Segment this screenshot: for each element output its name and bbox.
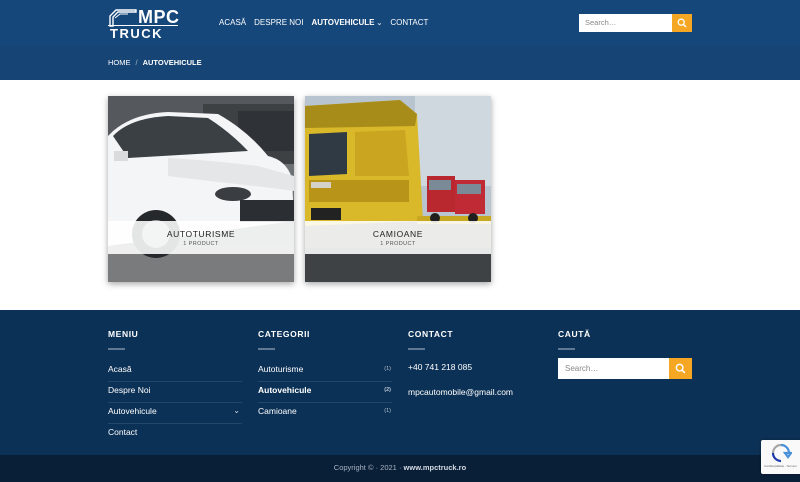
copyright-prefix: Copyright © · 2021 · bbox=[333, 463, 404, 472]
contact-email[interactable]: mpcautomobile@gmail.com bbox=[408, 386, 542, 398]
footer-search: Search… bbox=[558, 358, 692, 379]
category-card-camioane[interactable]: CAMIOANE 1 PRODUCT bbox=[305, 96, 491, 282]
divider bbox=[408, 348, 425, 350]
nav-item-despre-noi[interactable]: Despre Noi bbox=[254, 17, 303, 29]
breadcrumb: Home / Autovehicule bbox=[108, 58, 202, 68]
header-search: Search… bbox=[579, 14, 692, 32]
breadcrumb-current: Autovehicule bbox=[142, 58, 202, 67]
logo-text-truck: TRUCK bbox=[110, 26, 163, 41]
category-card-autoturisme[interactable]: AUTOTURISME 1 PRODUCT bbox=[108, 96, 294, 282]
footer-category-camioane[interactable]: Camioane (1) bbox=[258, 403, 392, 424]
recaptcha-text[interactable]: Confidențialitate - Termeni bbox=[764, 465, 796, 468]
footer-menu-list: Acasă Despre Noi Autovehicule ⌄ Contact bbox=[108, 361, 242, 445]
copyright-site-link[interactable]: www.mpctruck.ro bbox=[404, 463, 467, 472]
copyright-bar: Copyright © · 2021 · www.mpctruck.ro bbox=[0, 455, 800, 482]
footer-menu-title: MENIU bbox=[108, 329, 139, 339]
footer-categories-list: Autoturisme (1) Autovehicule (2) Camioane (… bbox=[258, 361, 392, 424]
footer-contact-column: CONTACT +40 741 218 085 mpcautomobile@gm… bbox=[408, 329, 542, 398]
search-icon bbox=[675, 363, 686, 374]
contact-phone[interactable]: +40 741 218 085 bbox=[408, 361, 542, 373]
category-name[interactable]: CAMIOANE bbox=[305, 229, 491, 239]
camioane-image bbox=[305, 96, 491, 282]
header-search-button[interactable] bbox=[672, 14, 692, 32]
footer-search-column: CAUTĂ bbox=[558, 329, 692, 350]
nav-item-acasa[interactable]: Acasă bbox=[219, 17, 246, 29]
category-label: Camioane bbox=[258, 406, 297, 416]
category-label: Autovehicule bbox=[258, 385, 312, 395]
nav-item-autovehicule-label: Autovehicule bbox=[311, 18, 375, 27]
footer-categories-title: CATEGORII bbox=[258, 329, 310, 339]
category-name[interactable]: AUTOTURISME bbox=[108, 229, 294, 239]
footer-menu-item-acasa[interactable]: Acasă bbox=[108, 361, 242, 382]
header-search-input[interactable]: Search… bbox=[579, 14, 672, 32]
category-count: (2) bbox=[384, 387, 391, 393]
breadcrumb-bar: Home / Autovehicule bbox=[0, 46, 800, 80]
breadcrumb-separator: / bbox=[135, 58, 138, 67]
autoturisme-image bbox=[108, 96, 294, 282]
category-label: CAMIOANE 1 PRODUCT bbox=[305, 221, 491, 254]
footer-search-title: CAUTĂ bbox=[558, 329, 591, 339]
copyright-text: Copyright © · 2021 · www.mpctruck.ro bbox=[334, 463, 466, 472]
category-count: (1) bbox=[384, 408, 391, 414]
footer-contact-title: CONTACT bbox=[408, 329, 454, 339]
nav-item-contact[interactable]: Contact bbox=[390, 17, 428, 29]
category-count: (1) bbox=[384, 366, 391, 372]
search-icon bbox=[677, 18, 687, 28]
recaptcha-icon bbox=[771, 443, 792, 463]
site-header: MPC TRUCK Acasă Despre Noi Autovehicule ⌄… bbox=[0, 0, 800, 46]
main-nav: Acasă Despre Noi Autovehicule ⌄ Contact bbox=[219, 17, 436, 29]
footer-menu-item-autovehicule[interactable]: Autovehicule ⌄ bbox=[108, 403, 242, 424]
logo-text-mpc: MPC bbox=[138, 7, 180, 27]
divider bbox=[108, 348, 125, 350]
footer-menu-item-label: Autovehicule bbox=[108, 406, 157, 416]
footer-search-input[interactable]: Search… bbox=[558, 358, 669, 379]
site-footer: MENIU Acasă Despre Noi Autovehicule ⌄ Con… bbox=[0, 310, 800, 455]
chevron-down-icon: ⌄ bbox=[376, 20, 383, 27]
footer-menu-column: MENIU Acasă Despre Noi Autovehicule ⌄ Con… bbox=[108, 329, 242, 445]
footer-search-button[interactable] bbox=[669, 358, 692, 379]
chevron-down-icon[interactable]: ⌄ bbox=[233, 403, 240, 419]
footer-category-autovehicule[interactable]: Autovehicule (2) bbox=[258, 382, 392, 403]
category-label: AUTOTURISME 1 PRODUCT bbox=[108, 221, 294, 254]
mpc-truck-logo[interactable]: MPC TRUCK bbox=[108, 6, 180, 40]
category-label: Autoturisme bbox=[258, 364, 304, 374]
footer-menu-item-contact[interactable]: Contact bbox=[108, 424, 242, 445]
footer-categories-column: CATEGORII Autoturisme (1) Autovehicule (2)… bbox=[258, 329, 392, 424]
footer-category-autoturisme[interactable]: Autoturisme (1) bbox=[258, 361, 392, 382]
category-count: 1 PRODUCT bbox=[183, 241, 219, 247]
divider bbox=[258, 348, 275, 350]
footer-menu-item-despre-noi[interactable]: Despre Noi bbox=[108, 382, 242, 403]
breadcrumb-home[interactable]: Home bbox=[108, 58, 131, 67]
recaptcha-badge[interactable]: Confidențialitate - Termeni bbox=[761, 440, 800, 474]
category-count: 1 PRODUCT bbox=[380, 241, 416, 247]
nav-item-autovehicule[interactable]: Autovehicule ⌄ bbox=[311, 17, 382, 29]
divider bbox=[558, 348, 575, 350]
